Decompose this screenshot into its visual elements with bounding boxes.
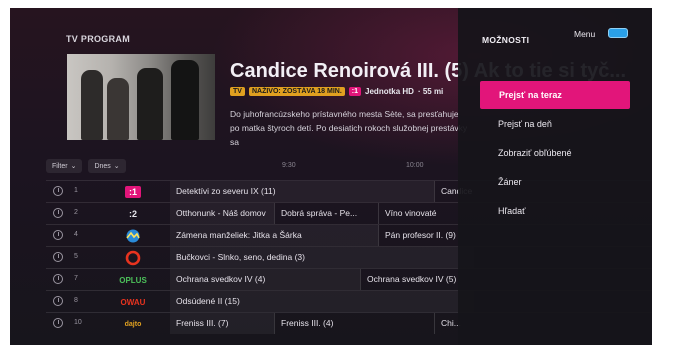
program-cell[interactable]: Ochrana svedkov IV (5) [360,269,474,290]
option-show-favorites[interactable]: Zobraziť obľúbené [498,148,572,158]
show-thumbnail [67,54,215,140]
option-label: Prejsť na teraz [499,90,562,100]
day-dropdown[interactable]: Dnes ⌄ [88,159,126,173]
clock-icon [53,318,63,328]
timeline-label: 9:30 [282,162,296,169]
program-cell[interactable]: Detektívi zo severu IX (11) [170,181,434,202]
program-cell[interactable]: Zámena manželiek: Jitka a Šárka [170,225,378,246]
channel-logo: OPLUS [119,275,147,285]
channel-logo: :1 [108,184,158,200]
joj-icon [108,250,158,266]
chevron-down-icon: ⌄ [70,163,77,170]
channel-logo: OWAU [120,297,146,307]
channel-number: 10 [74,319,82,326]
channel-logo: :2 [128,209,137,219]
clock-icon [53,274,63,284]
show-meta: TV NAŽIVO: ZOSTÁVA 18 MIN. :1 Jednotka H… [230,87,443,96]
clock-icon [53,252,63,262]
thumbnail-figure [107,78,129,140]
tv-badge: TV [230,87,245,96]
channel-name: Jednotka HD [365,87,414,96]
program-cell[interactable]: Ochrana svedkov IV (4) [170,269,360,290]
timeline-label: 10:00 [406,162,424,169]
live-badge: NAŽIVO: ZOSTÁVA 18 MIN. [248,87,345,96]
program-cell[interactable]: Dobrá správa - Pe... [274,203,378,224]
program-cell[interactable]: Freniss III. (7) [170,313,274,334]
chevron-down-icon: ⌄ [113,163,120,170]
channel-number: 7 [74,275,78,282]
channel-number: 5 [74,253,78,260]
clock-icon [53,230,63,240]
menu-toggle[interactable] [608,28,628,38]
option-go-to-day[interactable]: Prejsť na deň [498,119,552,129]
clock-icon [53,208,63,218]
option-genre[interactable]: Žáner [498,177,522,187]
option-search[interactable]: Hľadať [498,206,526,216]
options-panel: MOŽNOSTI Menu Prejsť na teraz Prejsť na … [458,8,652,345]
option-go-to-now[interactable]: Prejsť na teraz [480,81,630,109]
tv-screen: TV PROGRAM Candice Renoirová III. (5) Ak… [10,8,652,345]
day-label: Dnes [94,162,111,170]
filter-bar: Filter ⌄ Dnes ⌄ [46,156,126,176]
thumbnail-figure [137,68,163,140]
filter-label: Filter [52,162,68,170]
channel-number: 4 [74,231,78,238]
filter-dropdown[interactable]: Filter ⌄ [46,159,83,173]
program-cell[interactable]: Bučkovci - Slnko, seno, dedina (3) [170,247,474,268]
thumbnail-figure [171,60,199,140]
markiza-icon [108,228,158,244]
channel-badge: :1 [348,87,362,96]
show-duration: · 55 mi [417,87,444,96]
channel-number: 2 [74,209,78,216]
thumbnail-figure [81,70,103,140]
program-cell[interactable]: Freniss III. (4) [274,313,434,334]
channel-logo: dajto [124,320,142,328]
markiza-logo-icon [126,229,140,243]
joj-logo-icon [125,250,141,266]
channel-number: 8 [74,297,78,304]
program-cell[interactable]: Odsúdené II (15) [170,291,474,312]
channel-number: 1 [74,187,78,194]
clock-icon [53,186,63,196]
options-title: MOŽNOSTI [482,35,530,45]
menu-label: Menu [574,29,596,39]
clock-icon [53,296,63,306]
page-title: TV PROGRAM [66,34,131,44]
program-cell[interactable]: Otthonunk - Náš domov [170,203,274,224]
show-description: Do juhofrancúzskeho prístavného mesta Sè… [230,109,468,147]
